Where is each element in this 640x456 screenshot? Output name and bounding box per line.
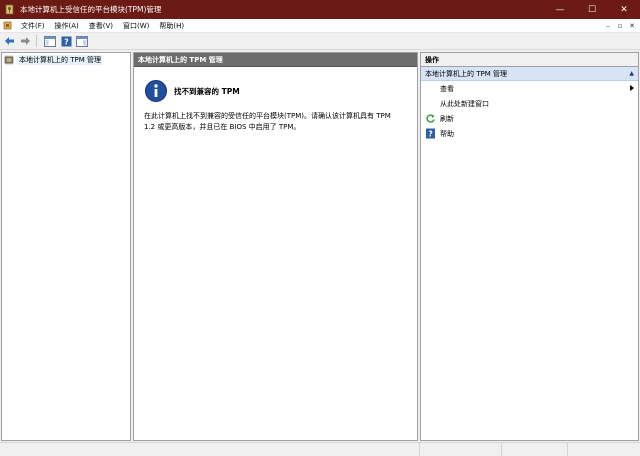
message-body: 在此计算机上找不到兼容的受信任的平台模块(TPM)。请确认该计算机具有 TPM … [144,112,391,131]
show-hide-action-pane-icon[interactable] [75,34,89,48]
minimize-button[interactable]: — [544,0,576,19]
console-tree-pane: 本地计算机上的 TPM 管理 [1,52,131,441]
mdi-minimize-button[interactable]: – [602,20,614,31]
result-pane-header: 本地计算机上的 TPM 管理 [134,53,417,67]
mdi-close-button[interactable]: ✕ [626,20,638,31]
blank-icon [425,98,436,109]
back-arrow-icon[interactable] [2,34,16,48]
toolbar: ? [0,33,640,50]
close-button[interactable]: ✕ [608,0,640,19]
tpm-chip-icon [4,55,15,65]
status-cell [502,443,568,456]
status-bar [0,442,640,456]
action-label: 查看 [440,84,454,93]
menu-help[interactable]: 帮助(H) [154,21,189,31]
menu-bar: 文件(F) 操作(A) 查看(V) 窗口(W) 帮助(H) – ▫ ✕ [0,19,640,33]
action-label: 刷新 [440,114,454,123]
forward-arrow-icon[interactable] [18,34,32,48]
help-icon: ? [425,128,436,139]
status-cell [0,443,420,456]
action-label: 帮助 [440,129,454,138]
tree-node-label: 本地计算机上的 TPM 管理 [18,54,102,65]
maximize-button[interactable]: ☐ [576,0,608,19]
menu-view[interactable]: 查看(V) [84,21,118,31]
help-icon[interactable]: ? [59,34,73,48]
action-label: 从此处新建窗口 [440,99,489,108]
action-help[interactable]: ? 帮助 [421,126,638,141]
info-icon [144,79,168,103]
submenu-arrow-icon [630,85,634,91]
menu-window[interactable]: 窗口(W) [118,21,154,31]
actions-pane-header: 操作 [421,53,638,67]
svg-text:?: ? [64,37,69,46]
message-title: 找不到兼容的 TPM [174,87,240,96]
actions-pane: 操作 本地计算机上的 TPM 管理 ▲ 查看 从此处新建窗口 刷新 ? 帮助 [420,52,639,441]
refresh-icon [425,113,436,124]
action-view[interactable]: 查看 [421,81,638,96]
actions-section-header[interactable]: 本地计算机上的 TPM 管理 ▲ [421,67,638,81]
collapse-caret-icon[interactable]: ▲ [629,70,634,77]
title-bar: 本地计算机上受信任的平台模块(TPM)管理 — ☐ ✕ [0,0,640,19]
svg-text:?: ? [428,130,432,139]
window-title: 本地计算机上受信任的平台模块(TPM)管理 [20,5,162,14]
tpm-app-icon [4,4,15,15]
action-refresh[interactable]: 刷新 [421,111,638,126]
blank-icon [425,83,436,94]
result-pane: 本地计算机上的 TPM 管理 找不到兼容的 TPM 在此计算机上找不到兼容的受信… [133,52,418,441]
action-new-window[interactable]: 从此处新建窗口 [421,96,638,111]
mdi-restore-button[interactable]: ▫ [614,20,626,31]
tree-node-tpm-management[interactable]: 本地计算机上的 TPM 管理 [2,53,130,66]
menu-file[interactable]: 文件(F) [16,21,50,31]
toolbar-separator [36,35,37,47]
actions-section-label: 本地计算机上的 TPM 管理 [425,69,507,78]
system-menu-icon[interactable] [3,21,12,30]
status-cell [420,443,502,456]
console-tree-icon[interactable] [43,34,57,48]
menu-action[interactable]: 操作(A) [50,21,84,31]
